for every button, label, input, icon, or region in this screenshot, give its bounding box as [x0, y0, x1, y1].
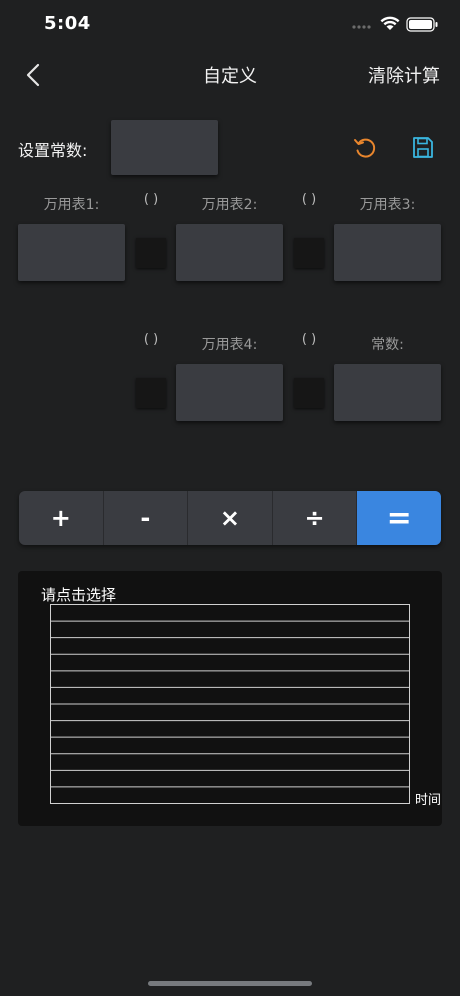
- meter-3-input[interactable]: [334, 224, 441, 281]
- paren-toggle-2[interactable]: ( ): [294, 192, 324, 207]
- clear-calculation-button[interactable]: 清除计算: [368, 62, 440, 88]
- meter-1-label: 万用表1:: [43, 197, 100, 213]
- paren-toggle-3[interactable]: ( ): [136, 332, 166, 347]
- meter-4-input[interactable]: [176, 364, 283, 421]
- status-time: 5:04: [44, 13, 91, 34]
- operator-slot-4[interactable]: [294, 378, 324, 408]
- status-icons: [352, 16, 438, 32]
- reset-button[interactable]: [352, 135, 378, 161]
- equals-button[interactable]: =: [357, 491, 441, 545]
- paren-toggle-4[interactable]: ( ): [294, 332, 324, 347]
- operator-slot-2[interactable]: [294, 238, 324, 268]
- chart-x-axis-label: 时间: [415, 793, 442, 808]
- multiply-button[interactable]: ×: [188, 491, 273, 545]
- battery-icon: [406, 17, 438, 32]
- constant-label: 设置常数:: [18, 141, 88, 160]
- meter-1-input[interactable]: [18, 224, 125, 281]
- chart-grid: [50, 604, 410, 804]
- undo-icon: [354, 138, 376, 158]
- divide-button[interactable]: ÷: [273, 491, 358, 545]
- operator-slot-3[interactable]: [136, 378, 166, 408]
- meter-3-label: 万用表3:: [359, 197, 416, 213]
- minus-button[interactable]: -: [104, 491, 189, 545]
- meter-2-input[interactable]: [176, 224, 283, 281]
- constant-slot-input[interactable]: [334, 364, 441, 421]
- wifi-icon: [380, 16, 400, 30]
- paren-toggle-1[interactable]: ( ): [136, 192, 166, 207]
- signal-icon: [352, 25, 371, 29]
- save-button[interactable]: [411, 135, 435, 161]
- constant-slot-label: 常数:: [371, 337, 404, 353]
- chart-select-prompt[interactable]: 请点击选择: [41, 584, 116, 605]
- plus-button[interactable]: +: [19, 491, 104, 545]
- operator-slot-1[interactable]: [136, 238, 166, 268]
- meter-4-label: 万用表4:: [201, 337, 258, 353]
- constant-input[interactable]: [111, 120, 218, 175]
- floppy-disk-icon: [413, 137, 433, 158]
- operator-bar: + - × ÷ =: [19, 491, 441, 545]
- home-indicator: [148, 981, 312, 986]
- meter-2-label: 万用表2:: [201, 197, 258, 213]
